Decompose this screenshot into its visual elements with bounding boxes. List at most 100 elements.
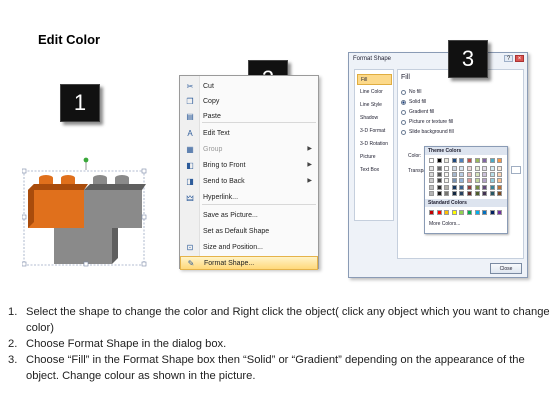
menu-item-send-to-back[interactable]: ◨ Send to Back ▶ xyxy=(180,174,318,188)
theme-color-swatch[interactable] xyxy=(489,172,495,178)
radio-button[interactable] xyxy=(401,99,406,105)
nav-item-3-d-rotation[interactable]: 3-D Rotation xyxy=(357,139,392,150)
theme-color-swatch[interactable] xyxy=(429,184,434,190)
theme-color-swatch[interactable] xyxy=(497,178,503,184)
fill-option-no-fill[interactable]: No fill xyxy=(401,88,422,96)
radio-button[interactable] xyxy=(401,109,406,115)
size-handle-br[interactable] xyxy=(141,261,147,267)
theme-color-swatch[interactable] xyxy=(451,178,457,184)
theme-color-swatch[interactable] xyxy=(429,178,434,184)
theme-color-swatch[interactable] xyxy=(474,158,480,163)
theme-color-swatch[interactable] xyxy=(459,178,465,184)
theme-color-swatch[interactable] xyxy=(482,190,488,196)
theme-color-swatch[interactable] xyxy=(444,166,450,171)
theme-color-swatch[interactable] xyxy=(451,158,457,163)
menu-item-edit-text[interactable]: A Edit Text xyxy=(180,126,318,140)
theme-color-swatch[interactable] xyxy=(497,190,503,196)
theme-color-swatch[interactable] xyxy=(467,158,472,163)
standard-color-swatch[interactable] xyxy=(482,210,488,215)
theme-color-swatch[interactable] xyxy=(482,158,488,163)
menu-item-paste[interactable]: ▤ Paste xyxy=(180,109,318,123)
help-button[interactable]: ? xyxy=(504,55,513,62)
nav-item-shadow[interactable]: Shadow xyxy=(357,113,392,124)
theme-color-swatch[interactable] xyxy=(482,172,488,178)
menu-item-format-shape[interactable]: ✎ Format Shape... xyxy=(180,256,318,270)
menu-item-bring-to-front[interactable]: ◧ Bring to Front ▶ xyxy=(180,158,318,172)
fill-option-slide-background-fill[interactable]: Slide background fill xyxy=(401,128,454,136)
radio-button[interactable] xyxy=(401,119,406,125)
standard-color-swatch[interactable] xyxy=(467,210,472,215)
menu-item-set-as-default-shape[interactable]: Set as Default Shape xyxy=(180,224,318,238)
radio-button[interactable] xyxy=(401,89,406,95)
theme-color-swatch[interactable] xyxy=(459,190,465,196)
theme-color-swatch[interactable] xyxy=(482,184,488,190)
theme-color-swatch[interactable] xyxy=(429,166,434,171)
theme-color-swatch[interactable] xyxy=(497,158,503,163)
size-handle-bl[interactable] xyxy=(22,261,27,267)
standard-color-swatch[interactable] xyxy=(429,210,434,215)
theme-color-swatch[interactable] xyxy=(489,178,495,184)
menu-item-save-as-picture[interactable]: Save as Picture... xyxy=(180,208,318,222)
nav-item-3-d-format[interactable]: 3-D Format xyxy=(357,126,392,137)
fill-option-gradient-fill[interactable]: Gradient fill xyxy=(401,108,434,116)
standard-color-swatch[interactable] xyxy=(489,210,495,215)
theme-color-swatch[interactable] xyxy=(459,166,465,171)
theme-color-swatch[interactable] xyxy=(474,184,480,190)
theme-color-swatch[interactable] xyxy=(459,172,465,178)
standard-color-swatch[interactable] xyxy=(497,210,503,215)
menu-item-cut[interactable]: ✂ Cut xyxy=(180,79,318,93)
standard-color-swatch[interactable] xyxy=(444,210,450,215)
rotate-handle[interactable] xyxy=(83,157,89,163)
menu-item-copy[interactable]: ❐ Copy xyxy=(180,94,318,108)
theme-color-swatch[interactable] xyxy=(467,190,472,196)
dialog-close-button[interactable]: Close xyxy=(490,263,522,274)
theme-color-swatch[interactable] xyxy=(444,172,450,178)
more-colors-link[interactable]: More Colors... xyxy=(429,221,460,227)
theme-color-swatch[interactable] xyxy=(489,184,495,190)
theme-color-swatch[interactable] xyxy=(451,172,457,178)
close-x-button[interactable]: × xyxy=(515,55,524,62)
theme-color-swatch[interactable] xyxy=(436,190,442,196)
theme-color-swatch[interactable] xyxy=(474,172,480,178)
theme-color-swatch[interactable] xyxy=(482,166,488,171)
theme-color-swatch[interactable] xyxy=(467,178,472,184)
theme-color-swatch[interactable] xyxy=(497,184,503,190)
theme-color-swatch[interactable] xyxy=(451,184,457,190)
theme-color-swatch[interactable] xyxy=(451,166,457,171)
size-handle-l[interactable] xyxy=(22,214,27,220)
size-handle-tl[interactable] xyxy=(22,168,27,174)
theme-color-swatch[interactable] xyxy=(444,190,450,196)
theme-color-swatch[interactable] xyxy=(482,178,488,184)
theme-color-swatch[interactable] xyxy=(459,158,465,163)
theme-color-swatch[interactable] xyxy=(429,158,434,163)
theme-color-swatch[interactable] xyxy=(489,158,495,163)
radio-button[interactable] xyxy=(401,129,406,135)
theme-color-swatch[interactable] xyxy=(436,166,442,171)
theme-color-swatch[interactable] xyxy=(474,166,480,171)
nav-item-picture[interactable]: Picture xyxy=(357,152,392,163)
standard-color-swatch[interactable] xyxy=(474,210,480,215)
theme-color-swatch[interactable] xyxy=(497,166,503,171)
theme-color-swatch[interactable] xyxy=(444,158,450,163)
theme-color-swatch[interactable] xyxy=(467,184,472,190)
theme-color-swatch[interactable] xyxy=(436,184,442,190)
theme-color-swatch[interactable] xyxy=(444,184,450,190)
nav-item-line-style[interactable]: Line Style xyxy=(357,100,392,111)
fill-option-picture-or-texture-fill[interactable]: Picture or texture fill xyxy=(401,118,453,126)
theme-color-swatch[interactable] xyxy=(436,178,442,184)
size-handle-r[interactable] xyxy=(141,214,147,220)
size-handle-b[interactable] xyxy=(83,261,89,267)
theme-color-swatch[interactable] xyxy=(489,190,495,196)
nav-item-text-box[interactable]: Text Box xyxy=(357,165,392,176)
theme-color-swatch[interactable] xyxy=(451,190,457,196)
theme-color-swatch[interactable] xyxy=(467,172,472,178)
size-handle-tr[interactable] xyxy=(141,168,147,174)
lego-brick-illustration[interactable] xyxy=(22,156,148,268)
theme-color-swatch[interactable] xyxy=(459,184,465,190)
theme-color-swatch[interactable] xyxy=(444,178,450,184)
theme-color-swatch[interactable] xyxy=(497,172,503,178)
theme-color-swatch[interactable] xyxy=(489,166,495,171)
standard-color-swatch[interactable] xyxy=(436,210,442,215)
theme-color-swatch[interactable] xyxy=(429,190,434,196)
menu-item-size-and-position[interactable]: ⊡ Size and Position... xyxy=(180,240,318,254)
